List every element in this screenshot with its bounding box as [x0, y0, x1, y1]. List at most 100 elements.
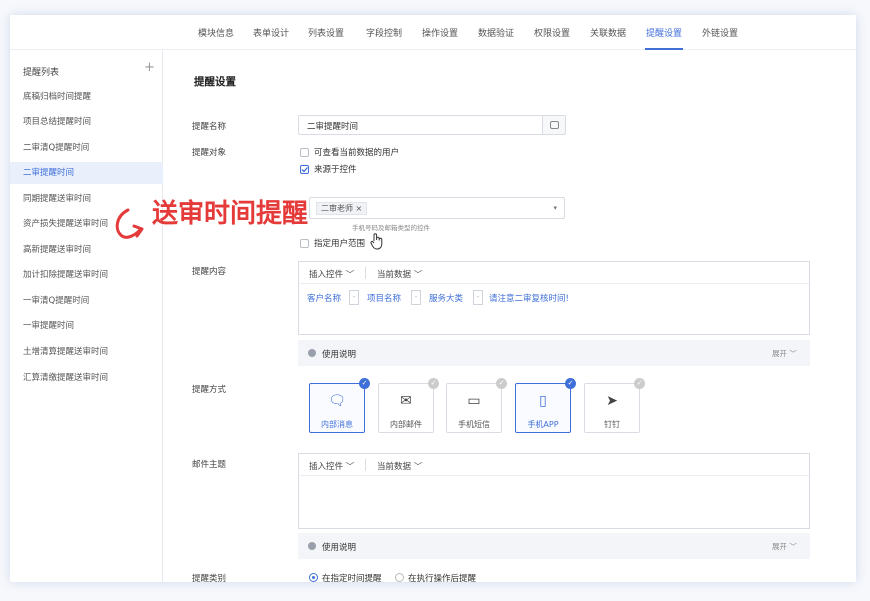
content-toolbar: 插入控件 ﹀ 当前数据 ﹀	[299, 262, 809, 284]
reminder-name-input[interactable]: 二审提醒时间	[298, 115, 550, 135]
method-label: 手机APP	[527, 420, 559, 429]
method-dingtalk[interactable]: ➤ 钉钉 ✓	[584, 378, 645, 433]
add-icon[interactable]: +	[144, 61, 155, 74]
content-note: 请注意二审复核时间!	[489, 294, 569, 304]
usage-label[interactable]: 使用说明	[322, 541, 356, 553]
reminder-settings-panel: 提醒设置 提醒名称 二审提醒时间 提醒对象 可查看当前数据的用户 来源于控件 二…	[172, 51, 856, 582]
annotation-text: 送审时间提醒	[152, 199, 309, 229]
method-internal-message[interactable]: 🗨︎ 内部消息 ✓	[309, 378, 370, 433]
content-field[interactable]: 项目名称	[367, 292, 401, 304]
mail-subject-label: 邮件主题	[192, 460, 227, 470]
sidebar-item[interactable]: 土增清算提醒送审时间	[10, 341, 163, 363]
check-badge-icon: ✓	[496, 378, 507, 389]
method-mobile-app[interactable]: ▯ 手机APP ✓	[515, 378, 576, 433]
specified-users-checkbox[interactable]	[300, 239, 309, 248]
sidebar-item[interactable]: 加计扣除提醒送审时间	[10, 264, 163, 286]
tab-field-control[interactable]: 字段控制	[366, 26, 402, 39]
sidebar-item[interactable]: 一审清Q提醒时间	[10, 290, 163, 312]
mail-icon: ✉	[400, 393, 412, 409]
from-control-checkbox[interactable]	[300, 165, 309, 174]
toolbar-divider	[365, 459, 366, 471]
top-nav: 模块信息 表单设计 列表设置 字段控制 操作设置 数据验证 权限设置 关联数据 …	[10, 15, 856, 50]
content-label: 提醒内容	[192, 267, 227, 277]
hand-cursor-icon	[370, 233, 383, 250]
method-internal-mail[interactable]: ✉ 内部邮件 ✓	[378, 378, 439, 433]
tab-operation-settings[interactable]: 操作设置	[422, 26, 458, 39]
sidebar-item-active[interactable]: 二审提醒时间	[10, 162, 163, 184]
selected-tag: 二审老师 ×	[316, 202, 368, 215]
toolbar-divider	[365, 267, 366, 279]
tag-remove-icon[interactable]: ×	[356, 204, 363, 213]
content-field[interactable]: 客户名称	[307, 292, 341, 304]
method-label: 内部消息	[321, 420, 353, 429]
sidebar-item[interactable]: 一审提醒时间	[10, 315, 163, 337]
control-select[interactable]: 二审老师 × ▾	[309, 197, 565, 219]
annotation-arrow-icon	[115, 208, 144, 239]
separator-token: -	[349, 290, 359, 305]
check-icon	[301, 167, 308, 173]
active-tab-indicator	[645, 48, 683, 50]
sidebar-item[interactable]: 底稿归档时间提醒	[10, 86, 163, 108]
radio-timed-label: 在指定时间提醒	[322, 574, 382, 582]
page-title: 提醒设置	[194, 76, 236, 88]
specified-users-option-label: 指定用户范围	[314, 239, 366, 249]
expand-toggle[interactable]: 展开 ﹀	[772, 541, 797, 552]
radio-after-operation-label: 在执行操作后提醒	[408, 574, 477, 582]
separator-token: -	[473, 290, 483, 305]
separator-token: -	[411, 290, 421, 305]
usage-label[interactable]: 使用说明	[322, 348, 356, 360]
chevron-down-icon: ▾	[553, 204, 557, 212]
method-sms[interactable]: ▭ 手机短信 ✓	[446, 378, 507, 433]
info-icon	[308, 349, 316, 357]
method-label: 提醒方式	[192, 385, 227, 395]
control-hint: 手机号码及邮箱类型的控件	[352, 224, 430, 232]
expand-toggle[interactable]: 展开 ﹀	[772, 348, 797, 359]
check-badge-icon: ✓	[428, 378, 439, 389]
from-control-option-label: 来源于控件	[314, 165, 357, 175]
mail-subject-toolbar: 插入控件 ﹀ 当前数据 ﹀	[299, 454, 809, 476]
sidebar-item[interactable]: 二审清Q提醒时间	[10, 137, 163, 159]
radio-after-operation[interactable]	[395, 573, 404, 582]
name-label: 提醒名称	[192, 122, 227, 132]
sidebar-item[interactable]: 项目总结提醒时间	[10, 111, 163, 133]
name-picker-button[interactable]	[542, 115, 566, 135]
info-icon	[308, 542, 316, 550]
sidebar-title: 提醒列表	[23, 68, 60, 78]
viewers-option-label: 可查看当前数据的用户	[314, 148, 400, 158]
picker-icon	[550, 121, 559, 129]
reminder-sidebar: 提醒列表 + 底稿归档时间提醒 项目总结提醒时间 二审清Q提醒时间 二审提醒时间…	[10, 51, 163, 582]
tab-related-data[interactable]: 关联数据	[590, 26, 626, 39]
tab-reminder-settings[interactable]: 提醒设置	[646, 26, 682, 39]
check-badge-icon: ✓	[565, 378, 576, 389]
chat-icon: 🗨︎	[328, 393, 346, 409]
dingtalk-icon: ➤	[606, 393, 618, 409]
method-label: 手机短信	[458, 420, 490, 429]
insert-control-dropdown[interactable]: 插入控件 ﹀	[309, 268, 354, 280]
tab-list-settings[interactable]: 列表设置	[308, 26, 344, 39]
current-data-dropdown[interactable]: 当前数据 ﹀	[377, 268, 422, 280]
content-editor[interactable]: 插入控件 ﹀ 当前数据 ﹀ 客户名称 - 项目名称 - 服务大类 - 请注意二审…	[298, 261, 810, 335]
phone-icon: ▯	[539, 393, 547, 409]
tab-form-design[interactable]: 表单设计	[253, 26, 289, 39]
content-field[interactable]: 服务大类	[429, 292, 463, 304]
usage-bar: 使用说明 展开 ﹀	[298, 340, 810, 366]
app-window: 模块信息 表单设计 列表设置 字段控制 操作设置 数据验证 权限设置 关联数据 …	[10, 15, 856, 582]
sms-icon: ▭	[467, 393, 481, 409]
tab-permission-settings[interactable]: 权限设置	[534, 26, 570, 39]
current-data-dropdown[interactable]: 当前数据 ﹀	[377, 460, 422, 472]
viewers-checkbox[interactable]	[300, 148, 309, 157]
sidebar-item[interactable]: 汇算清缴提醒送审时间	[10, 367, 163, 389]
target-label: 提醒对象	[192, 148, 227, 158]
mail-subject-editor[interactable]: 插入控件 ﹀ 当前数据 ﹀	[298, 453, 810, 529]
tab-module-info[interactable]: 模块信息	[198, 26, 234, 39]
tab-external-link-settings[interactable]: 外链设置	[702, 26, 738, 39]
radio-timed[interactable]	[309, 573, 318, 582]
usage-bar: 使用说明 展开 ﹀	[298, 533, 810, 559]
check-badge-icon: ✓	[359, 378, 370, 389]
method-label: 钉钉	[604, 420, 620, 429]
insert-control-dropdown[interactable]: 插入控件 ﹀	[309, 460, 354, 472]
selected-tag-label: 二审老师	[321, 204, 353, 213]
method-label: 内部邮件	[390, 420, 422, 429]
check-badge-icon: ✓	[634, 378, 645, 389]
tab-data-validation[interactable]: 数据验证	[478, 26, 514, 39]
